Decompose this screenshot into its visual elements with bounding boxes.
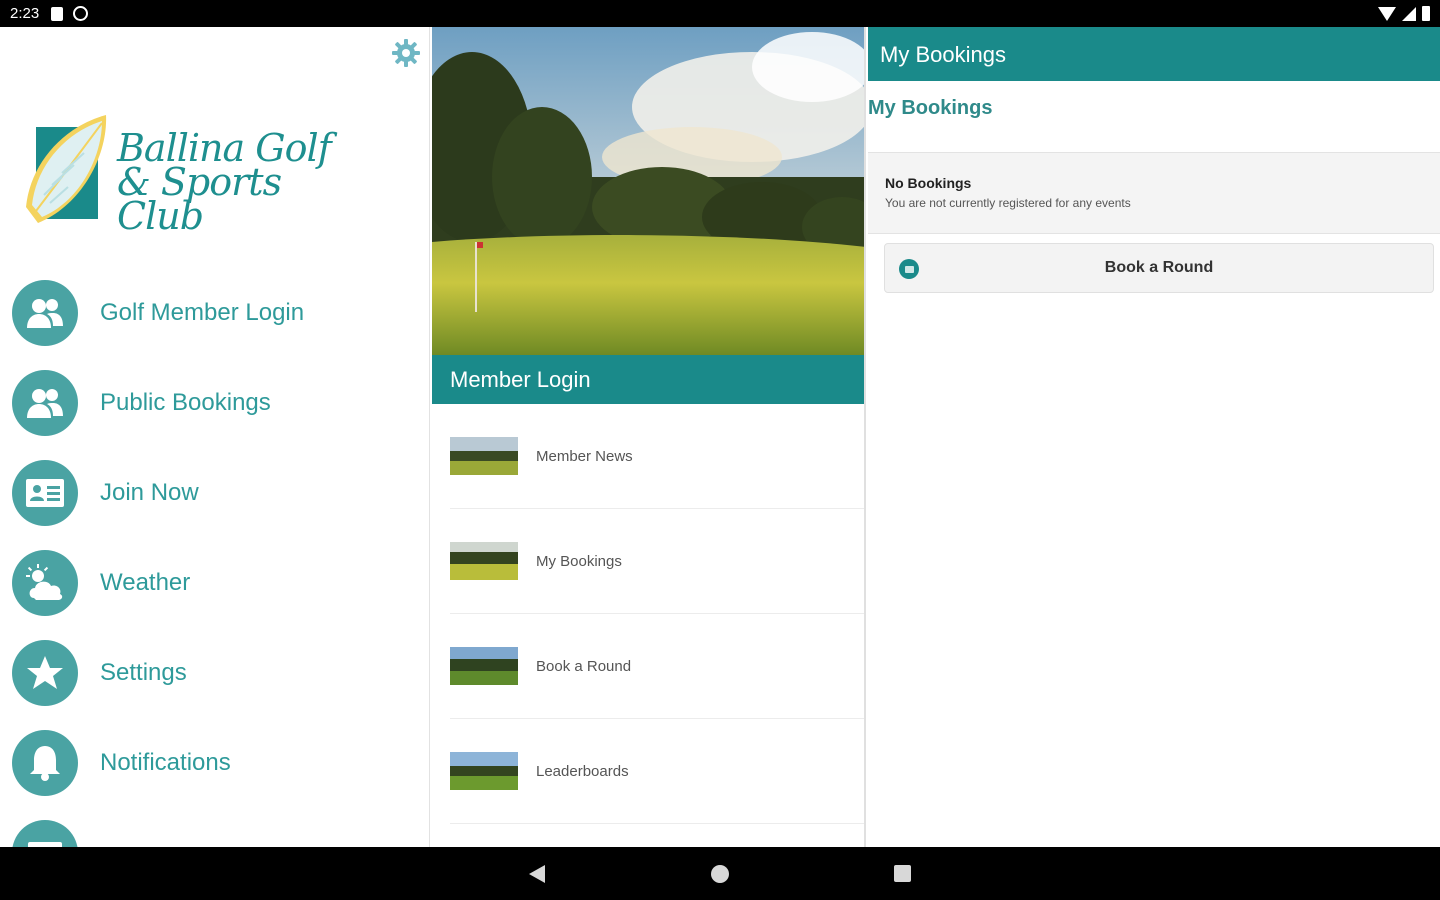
system-navigation-bar	[0, 847, 1440, 900]
menu-item-join-now[interactable]: Join Now	[12, 459, 412, 527]
list-item-my-bookings[interactable]: My Bookings	[450, 509, 864, 614]
sd-card-icon	[51, 6, 64, 21]
menu-item-settings[interactable]: Settings	[12, 639, 412, 707]
signal-icon	[1402, 6, 1416, 21]
status-bar: 2:23	[0, 0, 1440, 27]
calendar-icon	[12, 820, 78, 847]
recent-apps-icon[interactable]	[894, 865, 911, 882]
list-item-member-news[interactable]: Member News	[450, 404, 864, 509]
thumbnail-image	[450, 542, 518, 580]
member-login-header: Member Login	[432, 355, 864, 404]
empty-state-panel: No Bookings You are not currently regist…	[868, 152, 1440, 234]
id-card-icon	[12, 460, 78, 526]
menu-item-notifications[interactable]: Notifications	[12, 729, 412, 797]
menu-item-public-bookings[interactable]: Public Bookings	[12, 369, 412, 437]
book-a-round-button[interactable]: Book a Round	[884, 243, 1434, 293]
menu-item-weather[interactable]: Weather	[12, 549, 412, 617]
status-time: 2:23	[10, 5, 40, 22]
status-indicators	[1378, 6, 1430, 21]
club-name-line2: & Sports Club	[117, 160, 282, 238]
bell-icon	[12, 730, 78, 796]
golf-course-hero-image	[432, 27, 864, 355]
my-bookings-pane: My Bookings My Bookings No Bookings You …	[868, 27, 1440, 847]
list-item-label: My Bookings	[536, 552, 622, 570]
blocked-icon	[73, 6, 89, 21]
back-icon[interactable]	[529, 865, 545, 883]
feather-logo-icon	[26, 115, 107, 223]
club-logo: Ballina Golf & Sports Club	[22, 115, 352, 235]
my-bookings-header: My Bookings	[868, 27, 1440, 81]
members-icon	[12, 280, 78, 346]
weather-icon	[12, 550, 78, 616]
book-a-round-label: Book a Round	[1104, 259, 1214, 276]
menu-label: Weather	[100, 569, 191, 596]
wifi-icon	[1378, 6, 1396, 21]
menu-label: Public Bookings	[100, 389, 271, 416]
menu-label: Join Now	[100, 479, 199, 506]
gear-icon[interactable]	[390, 37, 422, 69]
star-icon	[12, 640, 78, 706]
club-name: Ballina Golf & Sports Club	[117, 129, 352, 238]
calendar-icon	[899, 259, 919, 279]
menu-item-partial[interactable]	[12, 819, 412, 847]
empty-state-description: You are not currently registered for any…	[885, 196, 1131, 210]
member-menu-panel: Member Login Member News My Bookings Boo…	[432, 27, 866, 847]
list-item-label: Book a Round	[536, 657, 632, 675]
menu-label: Settings	[100, 659, 187, 686]
menu-item-golf-member-login[interactable]: Golf Member Login	[12, 279, 412, 347]
thumbnail-image	[450, 752, 518, 790]
menu-label: Golf Member Login	[100, 299, 305, 326]
my-bookings-subtitle: My Bookings	[868, 97, 993, 119]
home-icon[interactable]	[711, 865, 729, 883]
list-item-label: Member News	[536, 447, 633, 465]
thumbnail-image	[450, 647, 518, 685]
list-item-book-a-round[interactable]: Book a Round	[450, 614, 864, 719]
list-item-leaderboards[interactable]: Leaderboards	[450, 719, 864, 824]
members-icon	[12, 370, 78, 436]
menu-label: Notifications	[100, 749, 231, 776]
battery-icon	[1422, 6, 1430, 21]
empty-state-title: No Bookings	[885, 175, 972, 191]
list-item-label: Leaderboards	[536, 762, 629, 780]
thumbnail-image	[450, 437, 518, 475]
navigation-drawer: Ballina Golf & Sports Club Golf Member L…	[0, 27, 430, 847]
